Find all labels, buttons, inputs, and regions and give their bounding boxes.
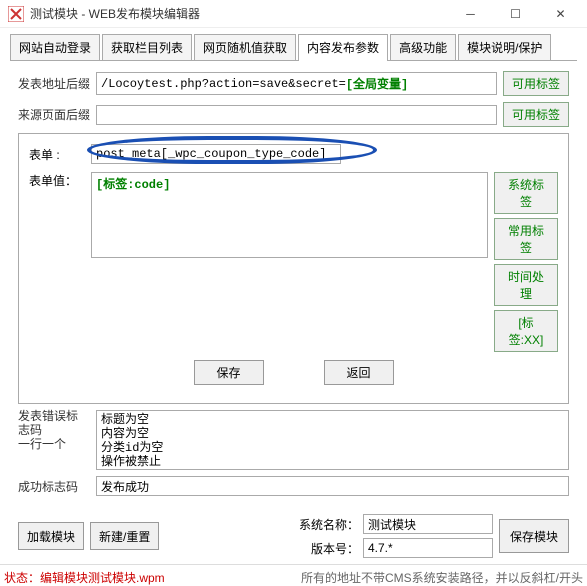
version-label: 版本号： <box>299 540 359 557</box>
common-tags-button[interactable]: 常用标签 <box>494 218 558 260</box>
form-value-label: 表单值： <box>29 172 91 352</box>
sys-name-label: 系统名称： <box>299 516 359 533</box>
tab-module-info[interactable]: 模块说明/保护 <box>458 34 551 60</box>
tab-auto-login[interactable]: 网站自动登录 <box>10 34 100 60</box>
status-hint: 所有的地址不带CMS系统安装路径，并以反斜杠/开头 <box>301 569 583 586</box>
version-input[interactable] <box>363 538 493 558</box>
tab-category-list[interactable]: 获取栏目列表 <box>102 34 192 60</box>
tag-xx-button[interactable]: [标签:XX] <box>494 310 558 352</box>
maximize-button[interactable]: ☐ <box>493 0 538 28</box>
addr-suffix-input[interactable]: /Locoytest.php?action=save&secret= <box>101 77 346 91</box>
tab-advanced[interactable]: 高级功能 <box>390 34 456 60</box>
form-name-label: 表单 : <box>29 146 91 163</box>
save-button[interactable]: 保存 <box>194 360 264 385</box>
success-code-input[interactable] <box>96 476 569 496</box>
ref-suffix-input[interactable] <box>96 105 497 125</box>
tab-publish-params[interactable]: 内容发布参数 <box>298 34 388 60</box>
tab-bar: 网站自动登录 获取栏目列表 网页随机值获取 内容发布参数 高级功能 模块说明/保… <box>10 34 577 61</box>
sys-name-input[interactable] <box>363 514 493 534</box>
load-module-button[interactable]: 加载模块 <box>18 522 84 550</box>
addr-suffix-var: [全局变量] <box>346 75 408 92</box>
addr-suffix-label: 发表地址后缀 <box>18 75 96 92</box>
ref-tags-button[interactable]: 可用标签 <box>503 102 569 127</box>
close-button[interactable]: ✕ <box>538 0 583 28</box>
back-button[interactable]: 返回 <box>324 360 394 385</box>
error-codes-textarea[interactable]: 标题为空 内容为空 分类id为空 操作被禁止 <box>96 410 569 470</box>
success-code-label: 成功标志码 <box>18 478 96 495</box>
save-module-button[interactable]: 保存模块 <box>499 519 569 553</box>
app-icon <box>8 6 24 22</box>
addr-tags-button[interactable]: 可用标签 <box>503 71 569 96</box>
error-codes-label: 发表错误标 志码 一行一个 <box>18 410 96 452</box>
minimize-button[interactable]: ─ <box>448 0 493 28</box>
system-tags-button[interactable]: 系统标签 <box>494 172 558 214</box>
new-reset-button[interactable]: 新建/重置 <box>90 522 159 550</box>
form-name-input[interactable] <box>91 144 341 164</box>
window-title: 测试模块 - WEB发布模块编辑器 <box>30 5 448 22</box>
time-process-button[interactable]: 时间处理 <box>494 264 558 306</box>
ref-suffix-label: 来源页面后缀 <box>18 106 96 123</box>
status-text: 状态：编辑模块测试模块.wpm <box>4 569 165 586</box>
tab-random-value[interactable]: 网页随机值获取 <box>194 34 296 60</box>
form-value-textarea[interactable]: [标签:code] <box>91 172 488 258</box>
